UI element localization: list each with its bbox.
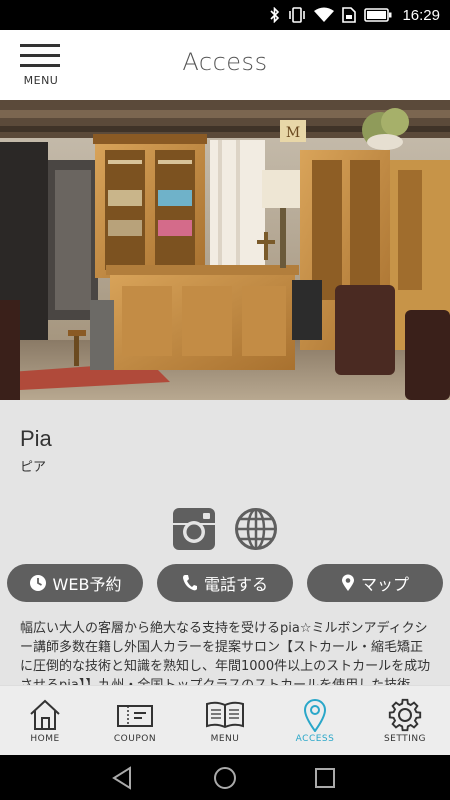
web-icon[interactable] bbox=[234, 507, 278, 551]
back-icon[interactable] bbox=[110, 765, 136, 791]
shop-info: Pia ピア WEB予約 電話する マップ 幅広い大人の客層から絶大なる支持を受… bbox=[0, 400, 450, 685]
tab-menu[interactable]: MENU bbox=[180, 686, 270, 756]
gear-icon bbox=[388, 698, 422, 732]
wifi-icon bbox=[314, 7, 335, 22]
tab-setting-label: SETTING bbox=[383, 734, 427, 744]
salon-photo: M bbox=[0, 100, 450, 400]
tab-bar: HOME COUPON MENU ACCESS SETTING bbox=[0, 685, 450, 755]
call-button[interactable]: 電話する bbox=[157, 564, 293, 602]
header: MENU Access bbox=[0, 30, 450, 100]
map-button[interactable]: マップ bbox=[307, 564, 443, 602]
coupon-icon bbox=[117, 705, 153, 727]
web-reservation-button[interactable]: WEB予約 bbox=[7, 564, 143, 602]
social-links bbox=[0, 507, 450, 551]
map-pin-icon bbox=[303, 699, 327, 732]
sim-icon bbox=[342, 7, 357, 23]
hamburger-icon bbox=[20, 44, 60, 47]
map-label: マップ bbox=[360, 575, 409, 594]
home-icon bbox=[30, 699, 60, 730]
web-reservation-label: WEB予約 bbox=[52, 575, 122, 594]
shop-kana: ピア bbox=[20, 460, 47, 475]
tab-coupon-label: COUPON bbox=[113, 734, 157, 744]
system-nav-bar bbox=[0, 755, 450, 800]
map-pin-icon bbox=[341, 574, 354, 591]
book-icon bbox=[206, 701, 244, 729]
page-title: Access bbox=[182, 48, 268, 76]
clock-icon bbox=[29, 575, 46, 591]
svg-text:M: M bbox=[286, 125, 300, 141]
recents-icon[interactable] bbox=[312, 765, 338, 791]
bluetooth-icon bbox=[270, 7, 280, 23]
status-time: 16:29 bbox=[402, 6, 440, 24]
tab-access[interactable]: ACCESS bbox=[270, 686, 360, 756]
phone-icon bbox=[182, 575, 197, 591]
call-label: 電話する bbox=[203, 575, 268, 594]
tab-setting[interactable]: SETTING bbox=[360, 686, 450, 756]
battery-icon bbox=[364, 8, 392, 22]
tab-access-label: ACCESS bbox=[295, 734, 335, 744]
tab-home-label: HOME bbox=[30, 734, 60, 744]
tab-coupon[interactable]: COUPON bbox=[90, 686, 180, 756]
shop-description: 幅広い大人の客層から絶大なる支持を受けるpia☆ミルボンアディクシー講師多数在籍… bbox=[20, 621, 431, 685]
action-buttons: WEB予約 電話する マップ bbox=[0, 564, 450, 602]
tab-menu-label: MENU bbox=[210, 734, 240, 744]
shop-name: Pia bbox=[20, 426, 52, 451]
vibrate-icon bbox=[289, 7, 306, 23]
tab-home[interactable]: HOME bbox=[0, 686, 90, 756]
status-bar: 16:29 bbox=[0, 0, 450, 30]
instagram-icon[interactable] bbox=[172, 507, 216, 551]
home-circle-icon[interactable] bbox=[212, 765, 238, 791]
